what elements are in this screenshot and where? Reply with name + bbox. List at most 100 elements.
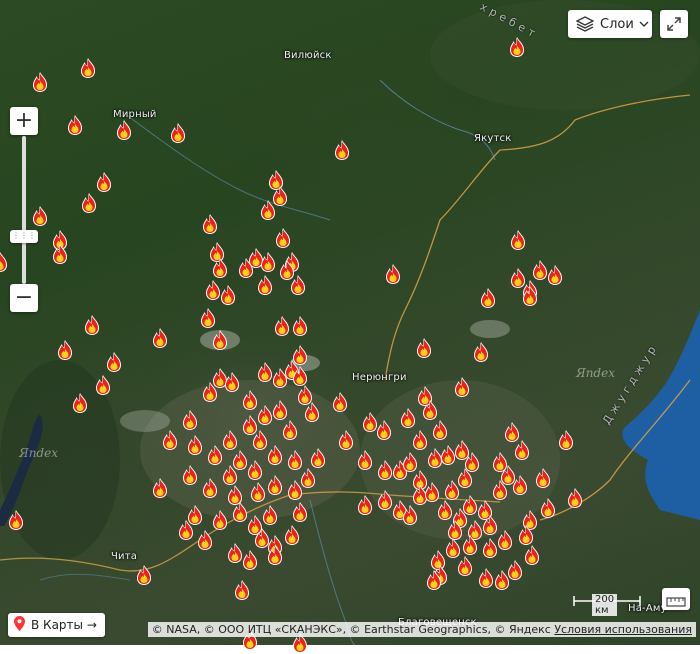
fire-icon[interactable] xyxy=(509,229,527,251)
fire-icon[interactable] xyxy=(201,477,219,499)
fire-icon[interactable] xyxy=(278,259,296,281)
fire-icon[interactable] xyxy=(281,419,299,441)
fire-icon[interactable] xyxy=(303,401,321,423)
fire-icon[interactable] xyxy=(566,487,584,509)
fire-icon[interactable] xyxy=(266,544,284,566)
fire-icon[interactable] xyxy=(80,192,98,214)
zoom-in-button[interactable]: + xyxy=(10,107,38,135)
fire-icon[interactable] xyxy=(443,479,461,501)
fire-icon[interactable] xyxy=(94,374,112,396)
fire-icon[interactable] xyxy=(508,36,526,58)
fire-icon[interactable] xyxy=(453,376,471,398)
fire-icon[interactable] xyxy=(259,199,277,221)
fire-icon[interactable] xyxy=(333,139,351,161)
fire-icon[interactable] xyxy=(199,307,217,329)
fire-icon[interactable] xyxy=(261,504,279,526)
fire-icon[interactable] xyxy=(151,327,169,349)
fire-icon[interactable] xyxy=(273,315,291,337)
fire-icon[interactable] xyxy=(211,509,229,531)
fire-icon[interactable] xyxy=(56,339,74,361)
fire-icon[interactable] xyxy=(95,171,113,193)
fire-icon[interactable] xyxy=(221,464,239,486)
fire-icon[interactable] xyxy=(221,429,239,451)
zoom-out-button[interactable]: − xyxy=(10,284,38,312)
fire-icon[interactable] xyxy=(169,122,187,144)
fire-icon[interactable] xyxy=(461,534,479,556)
fire-icon[interactable] xyxy=(401,504,419,526)
fire-icon[interactable] xyxy=(115,119,133,141)
fire-icon[interactable] xyxy=(249,481,267,503)
fire-icon[interactable] xyxy=(291,501,309,523)
zoom-slider-handle[interactable]: ⋮⋮⋮ xyxy=(10,230,38,243)
fire-icon[interactable] xyxy=(246,459,264,481)
fire-icon[interactable] xyxy=(521,285,539,307)
fire-icon[interactable] xyxy=(511,474,529,496)
fire-icon[interactable] xyxy=(291,315,309,337)
fire-icon[interactable] xyxy=(79,57,97,79)
fire-icon[interactable] xyxy=(286,479,304,501)
fire-icon[interactable] xyxy=(534,467,552,489)
fire-icon[interactable] xyxy=(266,444,284,466)
fire-icon[interactable] xyxy=(517,524,535,546)
fire-icon[interactable] xyxy=(31,71,49,93)
fire-icon[interactable] xyxy=(66,114,84,136)
fire-icon[interactable] xyxy=(196,529,214,551)
fire-icon[interactable] xyxy=(151,477,169,499)
layers-button[interactable]: Слои xyxy=(568,10,652,38)
fire-icon[interactable] xyxy=(181,464,199,486)
fire-icon[interactable] xyxy=(161,429,179,451)
fire-icon[interactable] xyxy=(211,257,229,279)
fire-icon[interactable] xyxy=(233,579,251,601)
open-in-maps-button[interactable]: В Карты → xyxy=(8,613,105,637)
fire-icon[interactable] xyxy=(256,274,274,296)
terms-of-use-link[interactable]: Условия использования xyxy=(554,623,692,636)
fire-icon[interactable] xyxy=(283,524,301,546)
fire-icon[interactable] xyxy=(0,251,9,273)
fire-icon[interactable] xyxy=(211,329,229,351)
zoom-slider-track[interactable] xyxy=(22,136,26,284)
fire-icon[interactable] xyxy=(493,569,511,591)
fire-icon[interactable] xyxy=(271,399,289,421)
fire-icon[interactable] xyxy=(539,497,557,519)
fire-icon[interactable] xyxy=(491,479,509,501)
fire-icon[interactable] xyxy=(444,537,462,559)
fire-icon[interactable] xyxy=(496,529,514,551)
fire-icon[interactable] xyxy=(51,243,69,265)
fire-icon[interactable] xyxy=(375,419,393,441)
fire-icon[interactable] xyxy=(135,564,153,586)
fire-icon[interactable] xyxy=(479,287,497,309)
fire-icon[interactable] xyxy=(384,263,402,285)
fire-icon[interactable] xyxy=(177,519,195,541)
fire-icon[interactable] xyxy=(31,205,49,227)
fire-icon[interactable] xyxy=(337,429,355,451)
fire-icon[interactable] xyxy=(219,284,237,306)
fire-icon[interactable] xyxy=(186,434,204,456)
satellite-map[interactable]: Вилюйск Мирный Якутск Нерюнгри Чита Благ… xyxy=(0,0,700,645)
fire-icon[interactable] xyxy=(356,449,374,471)
fire-icon[interactable] xyxy=(421,399,439,421)
fire-icon[interactable] xyxy=(83,314,101,336)
fire-icon[interactable] xyxy=(181,409,199,431)
fire-icon[interactable] xyxy=(266,474,284,496)
fire-icon[interactable] xyxy=(431,419,449,441)
fire-icon[interactable] xyxy=(223,371,241,393)
fire-icon[interactable] xyxy=(274,227,292,249)
fire-icon[interactable] xyxy=(259,251,277,273)
fire-icon[interactable] xyxy=(472,341,490,363)
ruler-button[interactable] xyxy=(662,588,690,610)
fire-icon[interactable] xyxy=(546,264,564,286)
fire-icon[interactable] xyxy=(271,367,289,389)
fire-icon[interactable] xyxy=(415,337,433,359)
fire-icon[interactable] xyxy=(557,429,575,451)
fire-icon[interactable] xyxy=(331,391,349,413)
fire-icon[interactable] xyxy=(425,569,443,591)
fire-icon[interactable] xyxy=(105,351,123,373)
fire-icon[interactable] xyxy=(477,567,495,589)
fire-icon[interactable] xyxy=(356,494,374,516)
fire-icon[interactable] xyxy=(523,544,541,566)
fire-icon[interactable] xyxy=(513,439,531,461)
fire-icon[interactable] xyxy=(399,407,417,429)
fire-icon[interactable] xyxy=(201,213,219,235)
fire-icon[interactable] xyxy=(71,392,89,414)
fire-icon[interactable] xyxy=(226,542,244,564)
